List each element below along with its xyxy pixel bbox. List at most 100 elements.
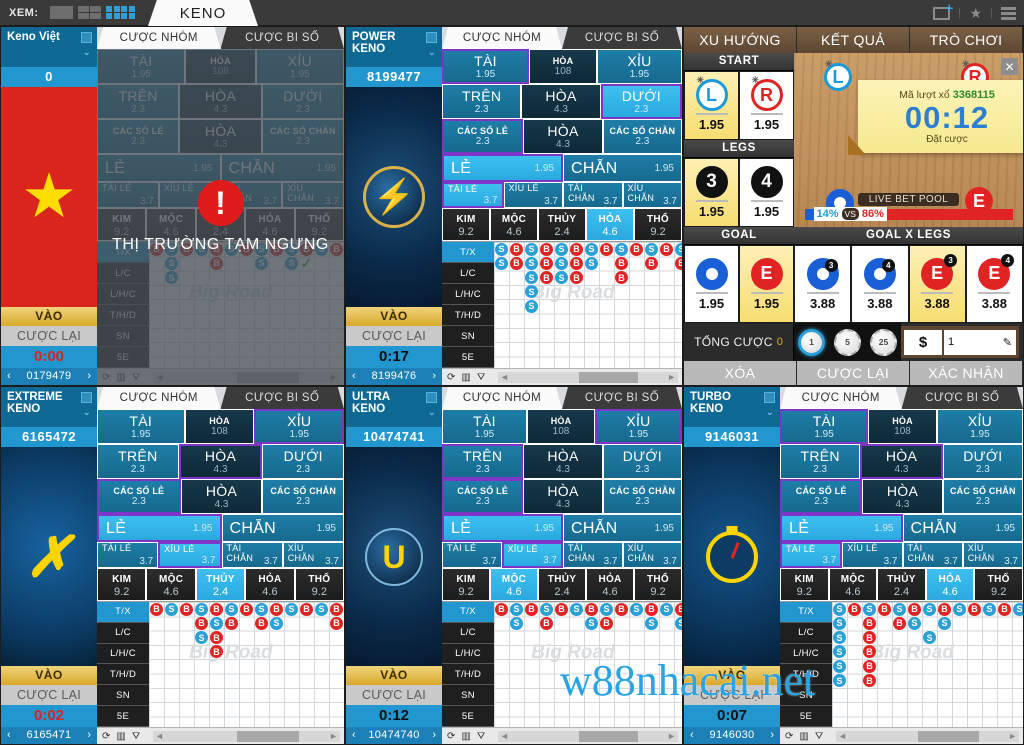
scroll-left-icon[interactable]: ◄ — [498, 731, 511, 741]
minimize-icon[interactable] — [426, 32, 437, 43]
scroll-left-icon[interactable]: ◄ — [153, 731, 166, 741]
bet-tren[interactable]: TRÊN2.3 — [442, 444, 524, 479]
next-arrow-icon[interactable]: › — [432, 729, 436, 741]
game-tab-2[interactable]: TRÒ CHƠI — [910, 27, 1023, 53]
stats-icon[interactable]: ▥ — [461, 372, 470, 383]
previous-round-nav[interactable]: ‹ 10474740 › — [346, 727, 442, 744]
bet-moc[interactable]: MỘC4.6 — [146, 568, 196, 601]
bet-tai[interactable]: TÀI1.95 — [442, 49, 530, 84]
bet-chan[interactable]: CHẴN 1.95 — [563, 154, 682, 182]
rebet-button[interactable]: CƯỢC LẠI — [684, 685, 780, 705]
bet-tren[interactable]: TRÊN2.3 — [97, 444, 179, 479]
bet-hoa-bot[interactable]: HÒA4.3 — [180, 479, 263, 514]
next-arrow-icon[interactable]: › — [770, 729, 774, 741]
bet-hoa-el[interactable]: HỎA4.6 — [245, 568, 295, 601]
bet-moc[interactable]: MỘC4.6 — [828, 568, 878, 601]
enter-button[interactable]: VÀO — [684, 666, 780, 685]
filter-icon[interactable]: ⛛ — [815, 731, 823, 742]
bet-xiu-chan[interactable]: XỈU CHẴN 3.7 — [622, 182, 682, 208]
goal-option-0[interactable]: 1.95 — [684, 245, 739, 323]
bet-tai-chan[interactable]: TÀI CHẴN 3.7 — [902, 542, 963, 568]
bet-hoa-mid[interactable]: HÒA4.3 — [523, 444, 603, 479]
bet-tai-le[interactable]: TÀI LẺ 3.7 — [442, 182, 504, 208]
quad-view-icon[interactable] — [77, 5, 101, 20]
enter-button[interactable]: VÀO — [346, 666, 442, 685]
scrollbar-thumb[interactable] — [237, 730, 299, 742]
bet-hoa-mid[interactable]: HÒA4.3 — [860, 444, 943, 479]
filter-icon[interactable]: ⛛ — [477, 731, 485, 742]
scroll-right-icon[interactable]: ► — [665, 372, 678, 382]
bet-tren[interactable]: TRÊN2.3 — [442, 84, 522, 119]
bet-cac-so-le[interactable]: CÁC SỐ LẺ2.3 — [780, 479, 863, 514]
bet-thuy[interactable]: THỦY2.4 — [538, 208, 586, 241]
bet-le[interactable]: LẺ 1.95 — [442, 154, 563, 182]
scrollbar-thumb[interactable] — [579, 371, 639, 383]
six-view-icon[interactable] — [106, 5, 135, 20]
enter-button[interactable]: VÀO — [1, 307, 97, 326]
bet-tai-chan[interactable]: TÀI CHẴN 3.7 — [221, 542, 283, 568]
refresh-icon[interactable]: ⟳ — [785, 731, 793, 742]
bet-duoi[interactable]: DƯỚI2.3 — [600, 84, 682, 119]
previous-round-nav[interactable]: ‹ 8199476 › — [346, 368, 442, 385]
bet-hoa-bot[interactable]: HÒA4.3 — [862, 479, 943, 514]
road-scrollbar[interactable]: ◄► — [498, 371, 678, 383]
bet-hoa-bot[interactable]: HÒA4.3 — [523, 479, 603, 514]
add-window-icon[interactable] — [933, 0, 953, 20]
start-option-0[interactable]: L 1.95 — [684, 71, 739, 140]
bet-tren[interactable]: TRÊN2.3 — [780, 444, 861, 479]
bet-xiu[interactable]: XỈU1.95 — [594, 409, 682, 444]
tab-single-bet[interactable]: CƯỢC BI SỐ — [901, 387, 1023, 409]
bet-chan[interactable]: CHẴN 1.95 — [221, 514, 344, 542]
filter-icon[interactable]: ⛛ — [477, 372, 485, 383]
tab-group-bet[interactable]: CƯỢC NHÓM — [780, 387, 902, 409]
currency-button[interactable]: $ — [904, 329, 942, 355]
scroll-right-icon[interactable]: ► — [665, 731, 678, 741]
bet-le[interactable]: LẺ 1.95 — [442, 514, 563, 542]
goal-x-legs-option-3[interactable]: E 4 3.88 — [965, 245, 1023, 323]
bet-hoa-mid[interactable]: HÒA4.3 — [178, 444, 263, 479]
rebet-button[interactable]: CƯỢC LẠI — [346, 326, 442, 346]
bet-kim[interactable]: KIM9.2 — [780, 568, 829, 601]
bet-hoa-top[interactable]: HÒA108 — [868, 409, 937, 444]
bet-moc[interactable]: MỘC4.6 — [490, 568, 538, 601]
bet-xiu-chan[interactable]: XỈU CHẴN 3.7 — [282, 542, 344, 568]
bet-xiu[interactable]: XỈU1.95 — [936, 409, 1023, 444]
road-scrollbar[interactable]: ◄► — [153, 730, 340, 742]
edit-pencil-icon[interactable]: ✎ — [1003, 336, 1012, 349]
bet-hoa-el[interactable]: HỎA4.6 — [925, 568, 975, 601]
bet-duoi[interactable]: DƯỚI2.3 — [262, 444, 344, 479]
chevron-down-icon[interactable]: ⌄ — [766, 407, 774, 418]
previous-round-nav[interactable]: ‹ 0179479 › — [1, 368, 97, 385]
stats-icon[interactable]: ▥ — [799, 731, 808, 742]
refresh-icon[interactable]: ⟳ — [447, 372, 455, 383]
chevron-down-icon[interactable]: ⌄ — [83, 47, 91, 58]
close-icon[interactable]: ✕ — [1001, 58, 1018, 75]
minimize-icon[interactable] — [81, 32, 92, 43]
single-view-icon[interactable] — [49, 6, 73, 19]
rebet-button[interactable]: CƯỢC LẠI — [1, 685, 97, 705]
chevron-down-icon[interactable]: ⌄ — [428, 47, 436, 58]
minimize-icon[interactable] — [426, 392, 437, 403]
tab-single-bet[interactable]: CƯỢC BI SỐ — [220, 27, 344, 49]
game-tab-0[interactable]: XU HƯỚNG — [684, 27, 797, 53]
bet-le[interactable]: LẺ 1.95 — [780, 514, 903, 542]
bet-tho[interactable]: THỔ9.2 — [634, 208, 682, 241]
action-confirm[interactable]: XÁC NHẬN — [910, 361, 1023, 385]
bet-hoa-bot[interactable]: HÒA4.3 — [523, 119, 603, 154]
minimize-icon[interactable] — [81, 392, 92, 403]
bet-xiu-le[interactable]: XỈU LẺ 3.7 — [503, 182, 563, 208]
tab-group-bet[interactable]: CƯỢC NHÓM — [97, 387, 221, 409]
bet-duoi[interactable]: DƯỚI2.3 — [942, 444, 1023, 479]
bet-xiu-le[interactable]: XỈU LẺ 3.7 — [842, 542, 903, 568]
legs-option-0[interactable]: 3 1.95 — [684, 158, 739, 227]
bet-kim[interactable]: KIM9.2 — [442, 208, 490, 241]
bet-hoa-mid[interactable]: HÒA4.3 — [521, 84, 601, 119]
scroll-left-icon[interactable]: ◄ — [836, 731, 849, 741]
bet-kim[interactable]: KIM9.2 — [97, 568, 147, 601]
bet-hoa-top[interactable]: HÒA108 — [184, 409, 255, 444]
bet-tai[interactable]: TÀI1.95 — [97, 409, 185, 444]
bet-cac-so-le[interactable]: CÁC SỐ LẺ2.3 — [442, 479, 524, 514]
goal-option-1[interactable]: E 1.95 — [739, 245, 794, 323]
game-tab-1[interactable]: KẾT QUẢ — [797, 27, 910, 53]
filter-icon[interactable]: ⛛ — [132, 731, 140, 742]
